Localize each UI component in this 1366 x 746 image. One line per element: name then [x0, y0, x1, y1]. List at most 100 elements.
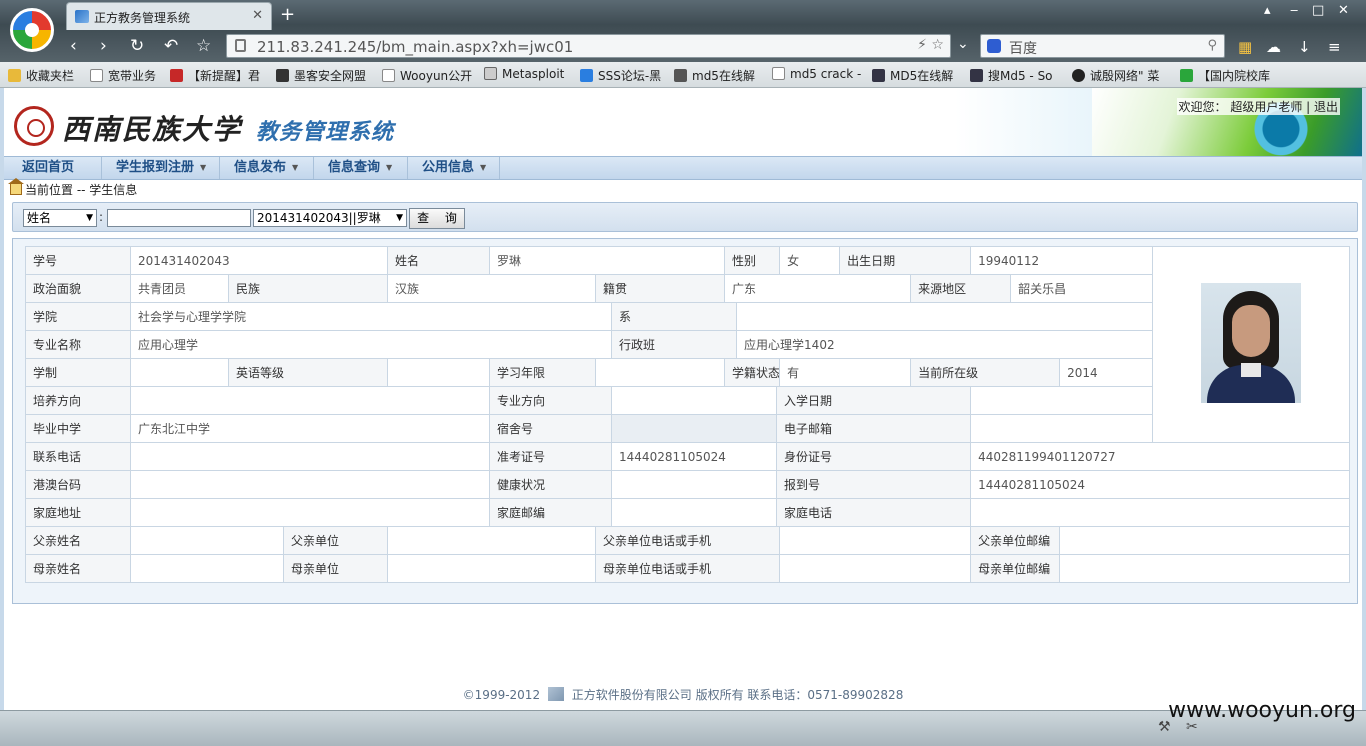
value-yydj [387, 358, 491, 387]
breadcrumb: 当前位置 -- 学生信息 [8, 178, 137, 198]
value-fqyb [1059, 526, 1351, 555]
query-bar: 姓名 ▼ : 201431402043||罗琳 ▼ 查 询 [12, 202, 1358, 232]
maximize-icon[interactable]: □ [1312, 3, 1324, 18]
value-mqyb [1059, 554, 1351, 583]
query-colon: : [99, 210, 104, 224]
value-zymc: 应用心理学 [129, 330, 613, 359]
label-xz: 学制 [25, 358, 131, 387]
menu-item-registration[interactable]: 学生报到注册 ▼ [102, 157, 220, 179]
apps-icon[interactable]: ▦ [1238, 38, 1252, 56]
value-jtdz [129, 498, 491, 527]
back-icon[interactable]: ‹ [70, 36, 77, 56]
school-name: 西南民族大学 [62, 113, 243, 146]
table-row: 专业名称 应用心理学 行政班 应用心理学1402 [25, 330, 1350, 359]
address-dropdown-icon[interactable]: ⌄ [957, 36, 969, 52]
bookmark-item[interactable]: 【新提醒】君 [170, 67, 260, 84]
field-select[interactable]: 姓名 ▼ [23, 209, 97, 227]
search-box[interactable]: 百度 ⚲ [980, 34, 1225, 58]
shirt-skin-icon[interactable]: ▴ [1264, 3, 1271, 18]
search-input[interactable] [107, 209, 251, 227]
address-text[interactable]: 211.83.241.245/bm_main.aspx?xh=jwc01 [257, 38, 573, 56]
value-csrq: 19940112 [970, 246, 1154, 275]
value-sfzh: 440281199401120727 [970, 442, 1351, 471]
site-icon [1072, 69, 1085, 82]
student-info-panel: 学号 201431402043 姓名 罗琳 性别 女 出生日期 19940112 [12, 238, 1358, 604]
tab-title: 正方教务管理系统 [94, 11, 191, 25]
search-icon[interactable]: ⚲ [1207, 38, 1217, 53]
label-jtdh: 家庭电话 [776, 498, 972, 527]
baidu-icon [987, 39, 1001, 53]
new-tab-button[interactable]: + [280, 4, 295, 25]
table-row: 家庭地址 家庭邮编 家庭电话 [25, 498, 1351, 527]
table-row: 母亲姓名 母亲单位 母亲单位电话或手机 母亲单位邮编 [25, 554, 1351, 583]
value-mz: 汉族 [387, 274, 597, 303]
bookmark-item[interactable]: md5 crack - [772, 67, 861, 81]
browser-logo-icon[interactable] [10, 8, 54, 52]
label-xb: 性别 [724, 246, 781, 275]
page-icon [772, 67, 785, 80]
value-jtdh [970, 498, 1351, 527]
address-bar[interactable]: 211.83.241.245/bm_main.aspx?xh=jwc01 ⚡ ☆ [226, 34, 951, 58]
bookmark-item[interactable]: 诚殷网络" 菜 [1072, 67, 1159, 84]
label-pyfx: 培养方向 [25, 386, 131, 415]
menu-item-home[interactable]: 返回首页 [8, 157, 102, 179]
main-menu: 返回首页 学生报到注册 ▼ 信息发布 ▼ 信息查询 ▼ 公用信息 ▼ [4, 156, 1362, 180]
close-window-icon[interactable]: ✕ [1338, 3, 1349, 18]
label-dqszj: 当前所在级 [910, 358, 1061, 387]
star-icon[interactable]: ☆ [196, 36, 211, 56]
student-select[interactable]: 201431402043||罗琳 ▼ [253, 209, 407, 227]
bookmark-item[interactable]: SSS论坛-黑 [580, 67, 661, 84]
bookmark-item[interactable]: 搜Md5 - So [970, 67, 1053, 84]
label-fqyb: 父亲单位邮编 [970, 526, 1061, 555]
value-xi [736, 302, 1154, 331]
label-mz: 民族 [227, 274, 389, 303]
bookmark-item[interactable]: 墨客安全网盟 [276, 67, 366, 84]
bookmark-item[interactable]: 收藏夹栏 [8, 67, 74, 84]
status-bar: ⚒ ✂ [0, 710, 1366, 746]
bookmark-item[interactable]: MD5在线解 [872, 67, 953, 84]
page-footer: ©1999-2012 正方软件股份有限公司 版权所有 联系电话：0571-899… [4, 686, 1362, 703]
label-mqdh: 母亲单位电话或手机 [595, 554, 781, 583]
table-row: 培养方向 专业方向 入学日期 [25, 386, 1350, 415]
bookmark-star-icon[interactable]: ⚡ ☆ [917, 37, 944, 53]
bookmark-item[interactable]: md5在线解 [674, 67, 755, 84]
value-bdh: 14440281105024 [970, 470, 1351, 499]
chevron-down-icon: ▼ [200, 163, 207, 172]
value-pyfx [129, 386, 491, 415]
forward-icon[interactable]: › [100, 36, 107, 56]
browser-tab[interactable]: 正方教务管理系统 ✕ [66, 2, 272, 30]
table-row: 毕业中学 广东北江中学 宿舍号 电子邮箱 [25, 414, 1350, 443]
label-lydq: 来源地区 [910, 274, 1012, 303]
menu-item-query[interactable]: 信息查询 ▼ [314, 157, 408, 179]
label-jg: 籍贯 [595, 274, 726, 303]
label-zymc: 专业名称 [25, 330, 131, 359]
download-icon[interactable]: ↓ [1298, 38, 1311, 56]
search-input[interactable]: 百度 [1009, 38, 1037, 58]
query-button[interactable]: 查 询 [409, 208, 465, 229]
chevron-down-icon: ▼ [86, 213, 93, 223]
tab-close-icon[interactable]: ✕ [252, 8, 263, 23]
value-xm: 罗琳 [489, 246, 726, 275]
cloud-icon[interactable]: ☁ [1266, 38, 1281, 56]
menu-item-public[interactable]: 公用信息 ▼ [408, 157, 500, 179]
value-xxnx [595, 358, 726, 387]
welcome-text[interactable]: 欢迎您： 超级用户老师 | 退出 [1176, 98, 1340, 115]
refresh-icon[interactable]: ↻ [130, 36, 144, 56]
chevron-down-icon: ▼ [292, 163, 299, 172]
label-ssh: 宿舍号 [489, 414, 613, 443]
label-dzyx: 电子邮箱 [776, 414, 972, 443]
value-gatm [129, 470, 491, 499]
label-yydj: 英语等级 [227, 358, 389, 387]
value-xh: 201431402043 [129, 246, 389, 275]
bookmark-item[interactable]: Metasploit [484, 67, 564, 81]
minimize-icon[interactable]: ‒ [1290, 3, 1298, 18]
menu-icon[interactable]: ≡ [1328, 38, 1341, 56]
menu-item-publish[interactable]: 信息发布 ▼ [220, 157, 314, 179]
bookmark-item[interactable]: 宽带业务 [90, 67, 156, 84]
university-emblem-icon [14, 106, 54, 146]
bookmark-item[interactable]: Wooyun公开 [382, 67, 472, 84]
table-row: 学院 社会学与心理学学院 系 [25, 302, 1350, 331]
bookmark-item[interactable]: 【国内院校库 [1180, 67, 1270, 84]
undo-icon[interactable]: ↶ [164, 36, 178, 56]
bookmarks-bar: 收藏夹栏 宽带业务 【新提醒】君 墨客安全网盟 Wooyun公开 Metaspl… [0, 62, 1366, 88]
